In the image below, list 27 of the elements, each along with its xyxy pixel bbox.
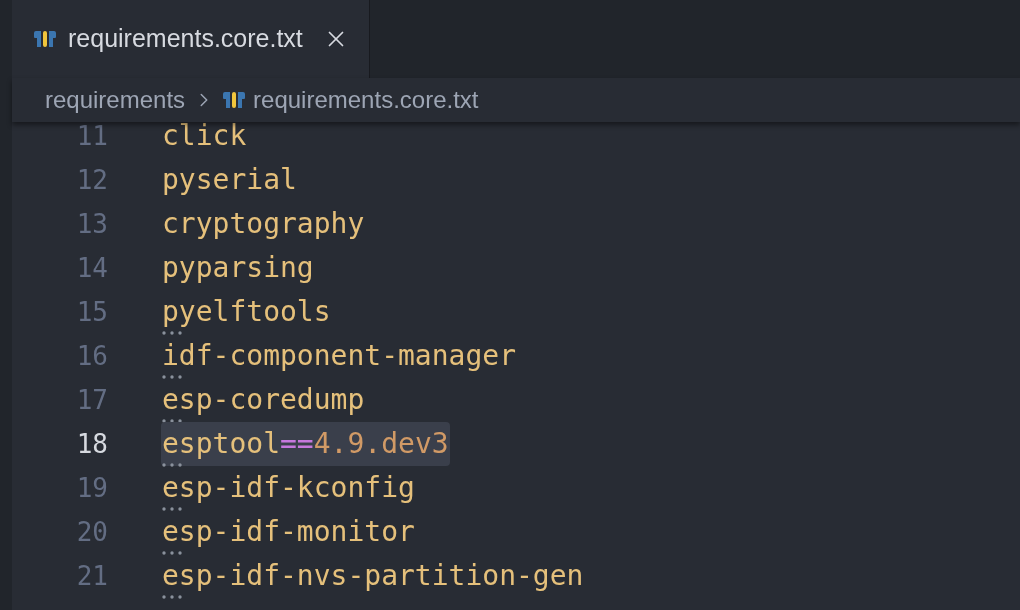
breadcrumb-item[interactable]: requirements.core.txt (253, 82, 479, 118)
line-number: 20 (75, 515, 108, 549)
line-number: 12 (75, 163, 108, 197)
line-number: 13 (75, 207, 108, 241)
code-line: esp-coredump (161, 382, 366, 418)
code-line: idf-component-manager (161, 338, 517, 374)
editor-tab[interactable]: requirements.core.txt (12, 0, 370, 78)
file-type-icon (34, 31, 56, 47)
line-number: 21 (75, 559, 108, 593)
tab-label: requirements.core.txt (68, 23, 303, 55)
file-type-icon (223, 92, 246, 108)
line-number: 19 (75, 471, 108, 505)
line-number: 18 (75, 427, 108, 461)
code-line: esp-idf-nvs-partition-gen (161, 558, 585, 594)
code-line: click (161, 118, 248, 154)
line-number: 17 (75, 383, 108, 417)
line-number: 14 (75, 251, 108, 285)
line-number: 15 (75, 295, 108, 329)
code-line: cryptography (161, 206, 366, 242)
code-line: pyelftools (161, 294, 332, 330)
line-number: 16 (75, 339, 108, 373)
code-line: esp-idf-monitor (161, 514, 416, 550)
code-line: pyserial (161, 162, 298, 198)
line-number: 11 (75, 119, 108, 153)
code-line: esp-idf-kconfig (161, 470, 416, 506)
code-line: pyparsing (161, 250, 315, 286)
breadcrumb-item[interactable]: requirements (45, 82, 186, 118)
